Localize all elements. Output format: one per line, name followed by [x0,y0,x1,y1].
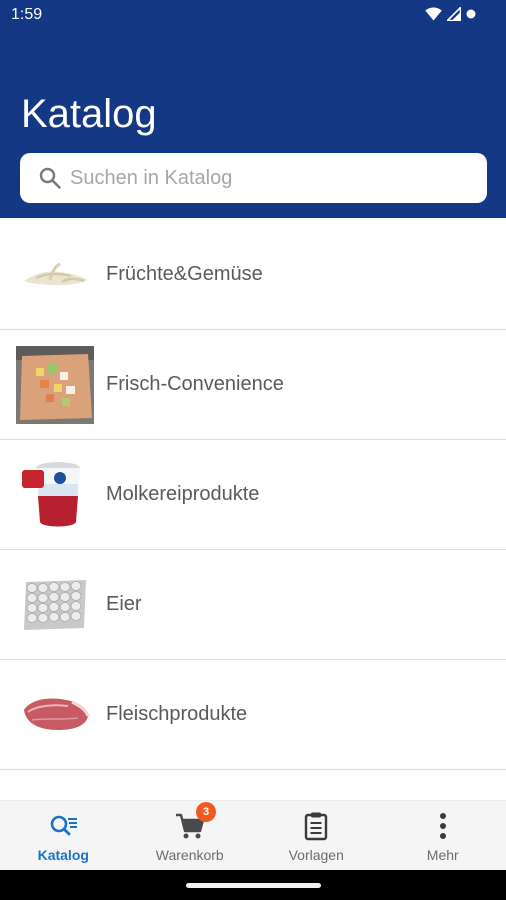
nav-label: Mehr [426,847,459,863]
signal-icon [447,7,461,21]
vegetable-photo [16,236,94,314]
category-label: Molkereiprodukte [106,483,260,505]
more-vertical-icon [439,813,446,839]
category-label: Frisch-Convenience [106,373,284,395]
egg-tray-photo [16,566,94,644]
category-label: Eier [106,593,142,615]
status-bar: 1:59 [0,0,506,32]
catalog-search-icon [50,815,78,836]
bottom-navigation: Katalog Warenkorb Vorlagen Mehr [0,800,506,870]
category-label: Fleischprodukte [106,703,248,725]
nav-label: Katalog [37,847,89,863]
search-input[interactable] [70,166,450,190]
nav-tab-katalog[interactable]: Katalog [0,801,127,870]
wifi-icon [425,7,442,21]
nav-tab-vorlagen[interactable]: Vorlagen [253,801,380,870]
home-gesture-handle[interactable] [186,883,321,888]
category-row-eier[interactable]: Eier [0,550,506,660]
nav-tab-mehr[interactable]: Mehr [380,801,506,870]
category-row-frisch-convenience[interactable]: Frisch-Convenience [0,330,506,440]
meat-photo [16,676,94,754]
app-header: 1:59 Katalog [0,0,506,218]
category-row-fleischprodukte[interactable]: Fleischprodukte [0,660,506,770]
nav-label: Warenkorb [155,847,224,863]
clipboard-icon [305,812,328,841]
status-time: 1:59 [11,6,43,23]
status-icons [425,7,476,21]
nav-label: Vorlagen [288,847,344,863]
cutting-board-photo [16,346,94,424]
search-bar[interactable] [20,153,487,203]
category-row-molkereiprodukte[interactable]: Molkereiprodukte [0,440,506,550]
category-label: Früchte&Gemüse [106,263,263,285]
category-row-fruechte-gemuese[interactable]: Früchte&Gemüse [0,220,506,330]
notification-dot-icon [466,9,476,19]
system-gesture-bar [0,870,506,900]
search-icon [39,167,61,189]
yogurt-cup-photo [16,456,94,534]
page-title: Katalog [21,92,157,136]
cart-count-badge: 3 [196,802,216,822]
category-list: Früchte&Gemüse Frisch-Convenience Molker… [0,220,506,800]
nav-tab-warenkorb[interactable]: Warenkorb [127,801,254,870]
